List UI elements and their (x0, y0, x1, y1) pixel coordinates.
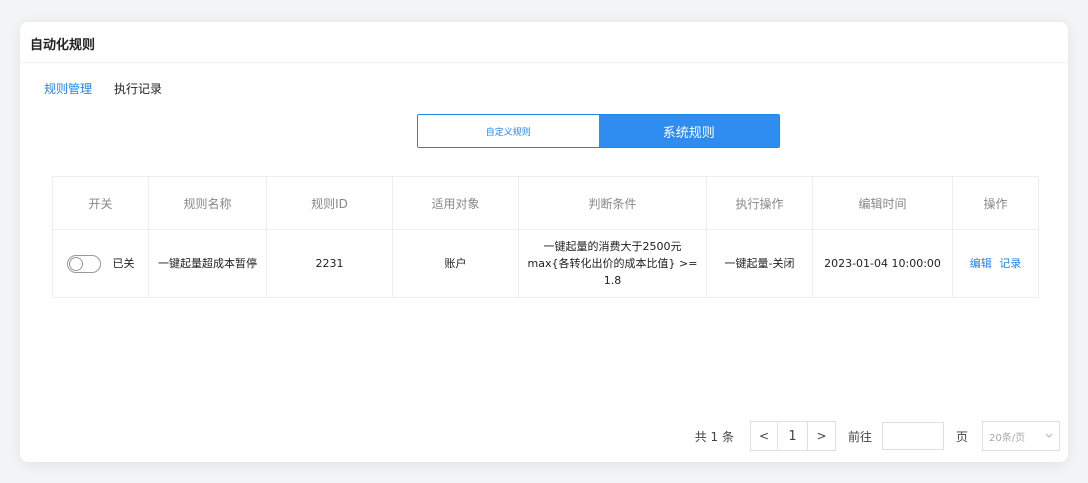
header-target: 适用对象 (392, 176, 519, 230)
header-condition: 判断条件 (518, 176, 707, 230)
target-cell: 账户 (392, 229, 519, 298)
rules-table: 开关 规则名称 规则ID 适用对象 判断条件 执行操作 编辑时间 操作 已关 一… (52, 176, 1039, 298)
switch-cell: 已关 (52, 229, 149, 298)
top-tabs: 规则管理 执行记录 (44, 80, 162, 97)
switch-status-label: 已关 (112, 257, 135, 270)
condition-line-2: max{各转化出价的成本比值} >= 1.8 (527, 257, 698, 287)
title-divider (20, 62, 1068, 63)
log-link[interactable]: 记录 (999, 257, 1021, 270)
table-header-row: 开关 规则名称 规则ID 适用对象 判断条件 执行操作 编辑时间 操作 (52, 176, 1039, 230)
rule-type-segment: 自定义规则 系统规则 (417, 114, 780, 148)
edit-link[interactable]: 编辑 (970, 257, 992, 270)
condition-cell: 一键起量的消费大于2500元 max{各转化出价的成本比值} >= 1.8 (518, 229, 707, 298)
rule-name-cell: 一键起量超成本暂停 (148, 229, 267, 298)
prev-page-button[interactable]: < (749, 421, 778, 451)
system-rules-button[interactable]: 系统规则 (598, 115, 779, 147)
page-jump-input[interactable] (881, 422, 944, 450)
page-size-select[interactable]: 20条/页 (982, 421, 1060, 451)
page-size-value: 20条/页 (989, 432, 1026, 444)
operations-cell: 编辑 记录 (952, 229, 1039, 298)
header-action: 执行操作 (706, 176, 813, 230)
edit-time-cell: 2023-01-04 10:00:00 (812, 229, 953, 298)
header-rule-id: 规则ID (266, 176, 393, 230)
header-edit-time: 编辑时间 (812, 176, 953, 230)
goto-label: 前往 (847, 429, 872, 444)
toggle-knob (68, 256, 83, 271)
rule-toggle-switch[interactable] (66, 254, 101, 273)
automation-rules-panel: 自动化规则 规则管理 执行记录 自定义规则 系统规则 开关 规则名称 规则ID … (20, 22, 1068, 462)
page-number-1[interactable]: 1 (777, 421, 808, 451)
page-unit-label: 页 (955, 429, 968, 444)
panel-title: 自动化规则 (30, 38, 96, 53)
table-row: 已关 一键起量超成本暂停 2231 账户 一键起量的消费大于2500元 max{… (52, 229, 1039, 298)
chevron-down-icon (1045, 431, 1053, 442)
tab-execution-log[interactable]: 执行记录 (114, 80, 162, 97)
condition-line-1: 一键起量的消费大于2500元 (543, 240, 682, 253)
action-cell: 一键起量-关闭 (706, 229, 813, 298)
custom-rules-button[interactable]: 自定义规则 (418, 115, 599, 147)
tab-rule-management[interactable]: 规则管理 (44, 80, 92, 97)
rule-id-cell: 2231 (266, 229, 393, 298)
header-operations: 操作 (952, 176, 1039, 230)
pagination: 共 1 条 < 1 > 前往 页 20条/页 (695, 420, 1060, 452)
total-count: 共 1 条 (694, 429, 734, 444)
header-switch: 开关 (52, 176, 149, 230)
next-page-button[interactable]: > (807, 421, 836, 451)
header-rule-name: 规则名称 (148, 176, 267, 230)
